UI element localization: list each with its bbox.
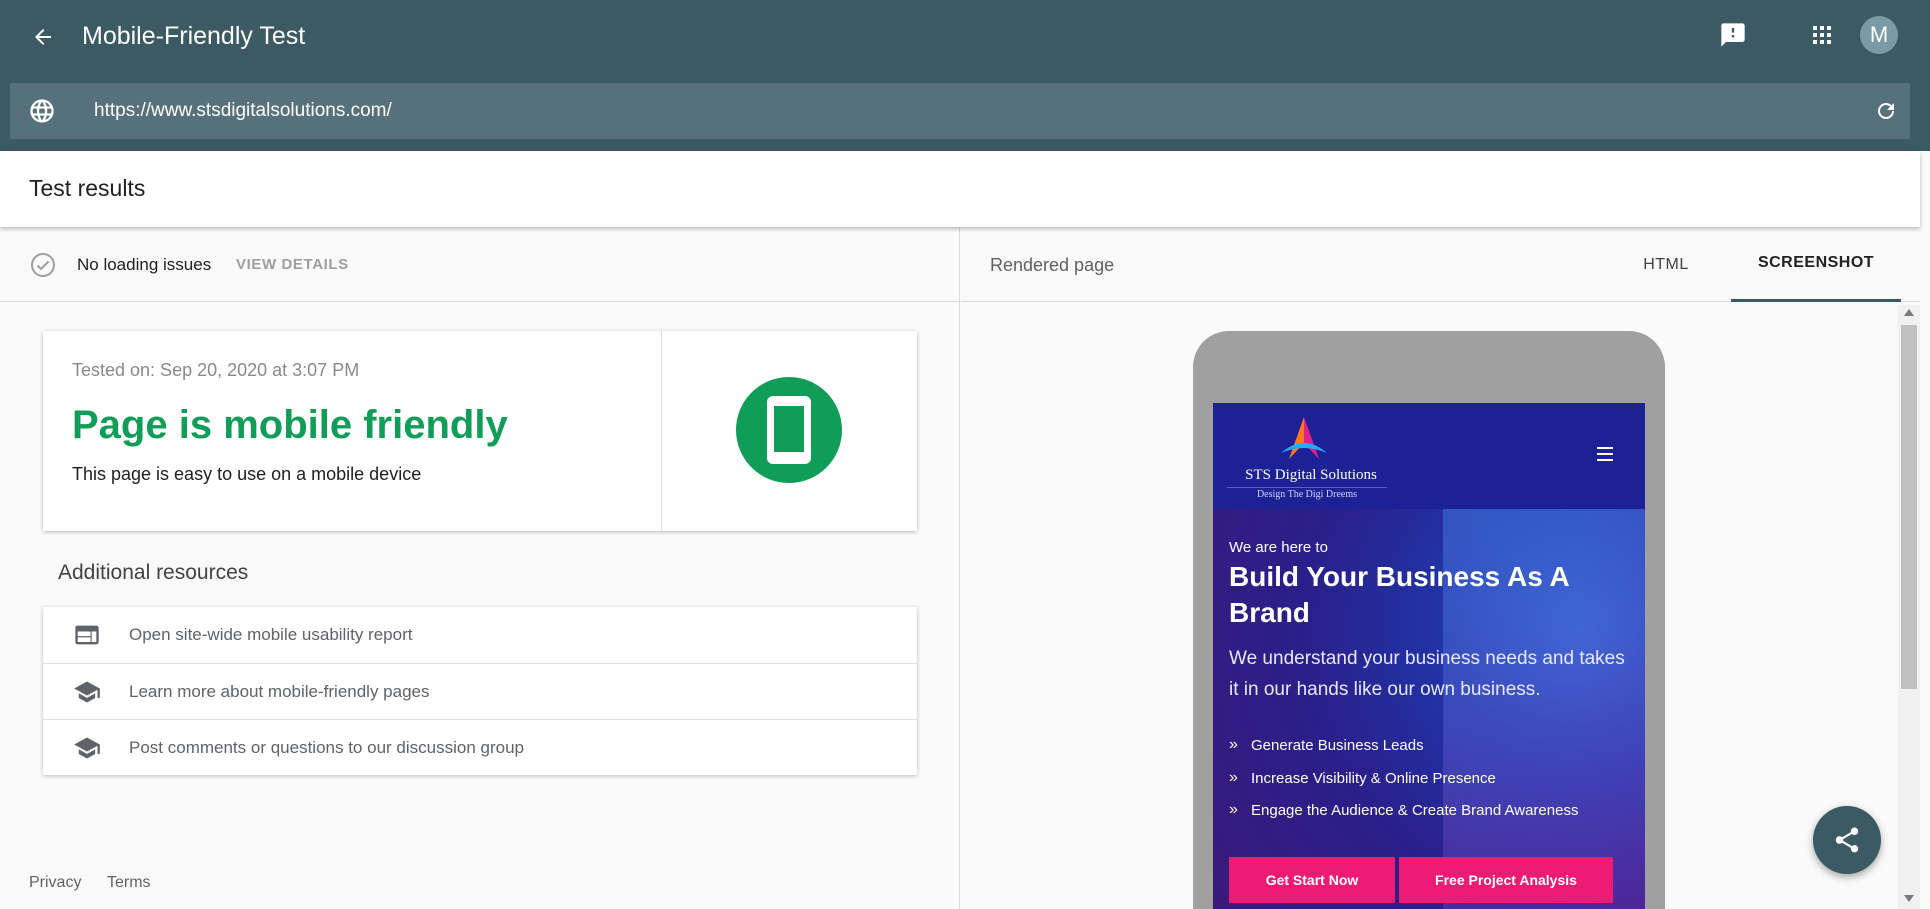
scroll-up-arrow-icon[interactable] xyxy=(1904,309,1914,316)
results-header: Test results xyxy=(0,151,1920,227)
feedback-icon[interactable] xyxy=(1716,18,1750,52)
hamburger-menu-icon[interactable] xyxy=(1597,447,1617,463)
avatar[interactable]: M xyxy=(1860,16,1898,54)
brand-logo-icon xyxy=(1275,413,1333,465)
verdict-heading: Page is mobile friendly xyxy=(72,403,508,447)
list-item: Increase Visibility & Online Presence xyxy=(1229,768,1578,802)
loading-status-row: No loading issues VIEW DETAILS xyxy=(0,227,960,302)
results-panel: No loading issues VIEW DETAILS Tested on… xyxy=(0,227,960,909)
scroll-thumb[interactable] xyxy=(1901,325,1917,689)
privacy-link[interactable]: Privacy xyxy=(29,874,81,892)
apps-grid-icon[interactable] xyxy=(1805,18,1839,52)
resources-list: Open site-wide mobile usability report L… xyxy=(43,607,917,775)
get-start-now-button[interactable]: Get Start Now xyxy=(1229,857,1395,903)
smartphone-icon xyxy=(736,377,842,483)
app-title: Mobile-Friendly Test xyxy=(82,22,306,50)
status-text: No loading issues xyxy=(77,255,212,274)
list-item: Engage the Audience & Create Brand Aware… xyxy=(1229,800,1578,834)
hero-pretitle: We are here to xyxy=(1229,539,1328,556)
school-icon xyxy=(73,734,101,762)
tab-screenshot[interactable]: SCREENSHOT xyxy=(1731,227,1901,302)
hero-feature-list: Generate Business Leads Increase Visibil… xyxy=(1229,735,1578,834)
resource-usability-report[interactable]: Open site-wide mobile usability report xyxy=(43,607,917,663)
resource-label: Open site-wide mobile usability report xyxy=(129,625,413,644)
page-title: Test results xyxy=(29,175,146,201)
resource-discussion-group[interactable]: Post comments or questions to our discus… xyxy=(43,719,917,775)
reload-icon[interactable] xyxy=(1872,97,1900,125)
app-header: Mobile-Friendly Test M xyxy=(0,0,1930,151)
title-row: Mobile-Friendly Test M xyxy=(0,0,1930,72)
verdict-subtitle: This page is easy to use on a mobile dev… xyxy=(72,464,422,484)
list-item: Generate Business Leads xyxy=(1229,735,1578,769)
rendered-page-panel: Rendered page HTML SCREENSHOT STS Digita… xyxy=(961,227,1920,909)
url-input[interactable] xyxy=(94,95,1794,127)
rendered-screenshot: STS Digital Solutions Design The Digi Dr… xyxy=(1213,403,1645,909)
resource-label: Post comments or questions to our discus… xyxy=(129,738,524,757)
resource-learn-more[interactable]: Learn more about mobile-friendly pages xyxy=(43,663,917,719)
check-circle-icon xyxy=(29,251,57,279)
back-arrow-icon[interactable] xyxy=(26,20,60,54)
free-project-analysis-button[interactable]: Free Project Analysis xyxy=(1399,857,1613,903)
hero-description: We understand your business needs and ta… xyxy=(1229,648,1625,700)
rendered-page-title: Rendered page xyxy=(990,255,1115,275)
tab-html[interactable]: HTML xyxy=(1616,227,1716,302)
phone-mockup: STS Digital Solutions Design The Digi Dr… xyxy=(1193,331,1665,909)
site-logo-name: STS Digital Solutions xyxy=(1245,467,1377,483)
url-bar xyxy=(10,83,1910,139)
rendered-page-header: Rendered page HTML SCREENSHOT xyxy=(961,227,1920,302)
card-divider xyxy=(661,331,662,531)
verdict-card: Tested on: Sep 20, 2020 at 3:07 PM Page … xyxy=(43,331,917,531)
site-logo-tagline: Design The Digi Dreems xyxy=(1227,487,1387,500)
site-navbar: STS Digital Solutions Design The Digi Dr… xyxy=(1213,403,1645,509)
view-details-link[interactable]: VIEW DETAILS xyxy=(236,256,349,273)
web-page-icon xyxy=(73,621,101,649)
site-hero: We are here to Build Your Business As A … xyxy=(1213,509,1645,909)
globe-icon xyxy=(28,97,56,125)
share-button[interactable] xyxy=(1813,806,1881,874)
tested-on-text: Tested on: Sep 20, 2020 at 3:07 PM xyxy=(72,360,360,380)
resources-heading: Additional resources xyxy=(58,561,249,584)
terms-link[interactable]: Terms xyxy=(107,874,151,892)
resource-label: Learn more about mobile-friendly pages xyxy=(129,682,430,701)
scroll-down-arrow-icon[interactable] xyxy=(1904,895,1914,902)
hero-title: Build Your Business As A Brand xyxy=(1229,561,1569,628)
school-icon xyxy=(73,678,101,706)
vertical-scrollbar[interactable] xyxy=(1898,305,1920,909)
share-icon xyxy=(1835,827,1859,853)
